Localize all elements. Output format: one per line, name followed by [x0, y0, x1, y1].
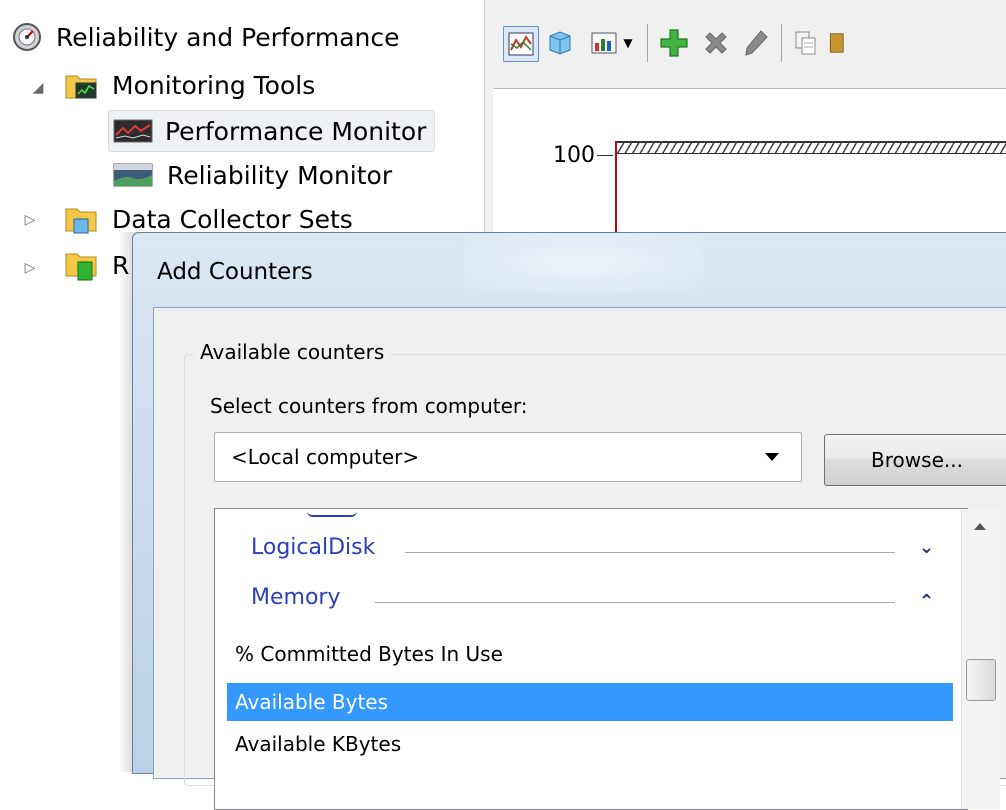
add-counters-dialog: Add Counters Available counters Select c… — [118, 232, 1006, 810]
vertical-scrollbar[interactable] — [961, 509, 1000, 809]
counter-row-selected[interactable]: Available Bytes — [227, 683, 953, 721]
tree-item-performance-monitor[interactable]: Performance Monitor — [108, 110, 436, 152]
tree-item-reliability-monitor[interactable]: Reliability Monitor — [108, 158, 396, 192]
freeze-display-icon — [549, 31, 571, 55]
browse-button[interactable]: Browse... — [824, 434, 1006, 486]
y-axis-max-label: 100 — [553, 143, 595, 168]
view-graph-button[interactable] — [503, 26, 539, 62]
tree-item-label: Data Collector Sets — [112, 204, 353, 234]
tree-item-label: Reliability and Performance — [56, 22, 400, 52]
tree-item-monitoring-tools[interactable]: Monitoring Tools — [64, 68, 319, 102]
dialog-title: Add Counters — [157, 259, 313, 285]
copy-properties-icon — [795, 31, 816, 55]
tree-item-label: Monitoring Tools — [112, 70, 316, 100]
counter-name: Available Bytes — [235, 690, 389, 714]
computer-select[interactable]: <Local computer> — [214, 432, 802, 482]
tree-item-reliability-and-performance[interactable]: Reliability and Performance — [12, 20, 404, 54]
add-counter-icon — [660, 29, 688, 57]
category-row-memory[interactable]: Memory ⌃ — [215, 581, 961, 621]
scroll-up-arrow-icon[interactable] — [974, 523, 986, 530]
graph-toolbar: ▼ — [493, 0, 1006, 89]
copy-properties-button[interactable] — [789, 26, 823, 60]
scrollbar-thumb[interactable] — [966, 659, 996, 701]
chevron-down-icon[interactable] — [765, 453, 779, 461]
collapse-triangle-icon[interactable]: ◢ — [30, 80, 46, 96]
collapse-chevron-icon[interactable]: ⌃ — [919, 591, 934, 612]
expand-triangle-icon[interactable]: ▷ — [22, 212, 38, 228]
tree-item-data-collector-sets[interactable]: Data Collector Sets — [64, 202, 357, 236]
graph-type-dropdown[interactable]: ▼ — [619, 26, 637, 60]
paste-icon — [829, 33, 844, 53]
category-name: Memory — [251, 585, 341, 610]
paste-button[interactable] — [823, 26, 845, 60]
counter-name: Available KBytes — [235, 732, 402, 756]
computer-select-value: <Local computer> — [231, 445, 420, 469]
delete-counter-icon — [705, 32, 727, 54]
change-graph-type-button[interactable] — [587, 26, 621, 60]
category-row-logicaldisk[interactable]: LogicalDisk ⌄ — [215, 531, 961, 571]
graph-top-hatch — [617, 141, 1006, 154]
partially-hidden-item — [307, 509, 357, 517]
dialog-frame[interactable]: Add Counters Available counters Select c… — [132, 232, 1006, 810]
folder-monitor-icon — [65, 75, 97, 99]
counters-list-viewport: LogicalDisk ⌄ Memory ⌃ % Committed Bytes… — [215, 509, 961, 809]
counter-name: % Committed Bytes In Use — [235, 642, 503, 666]
folder-datacollector-icon — [65, 208, 97, 234]
select-computer-label: Select counters from computer: — [210, 394, 528, 418]
dialog-content: Available counters Select counters from … — [153, 307, 1006, 810]
performance-monitor-icon — [113, 119, 153, 143]
add-counter-button[interactable] — [657, 26, 691, 60]
folder-reports-icon — [65, 253, 97, 281]
view-graph-icon — [508, 32, 534, 56]
reliability-monitor-icon — [113, 163, 153, 187]
toolbar-separator — [781, 24, 782, 62]
y-axis-tick — [597, 155, 613, 156]
category-divider — [375, 602, 895, 603]
tree-item-label: Performance Monitor — [165, 116, 427, 146]
title-bar-glow — [463, 233, 703, 293]
change-graph-type-icon — [591, 32, 617, 54]
tree-item-label: Reliability Monitor — [167, 160, 393, 190]
highlight-button[interactable] — [739, 26, 773, 60]
gauge-icon — [13, 23, 41, 51]
delete-counter-button[interactable] — [699, 26, 733, 60]
available-counters-group-label: Available counters — [194, 340, 391, 364]
highlight-icon — [745, 30, 768, 56]
category-divider — [405, 552, 895, 553]
category-name: LogicalDisk — [251, 535, 376, 560]
counter-row[interactable]: % Committed Bytes In Use — [227, 635, 953, 673]
counter-row[interactable]: Available KBytes — [227, 725, 953, 763]
toolbar-separator — [647, 24, 648, 62]
dropdown-icon: ▼ — [623, 36, 633, 50]
expand-triangle-icon[interactable]: ▷ — [22, 260, 38, 276]
freeze-display-button[interactable] — [543, 26, 577, 60]
expand-chevron-icon[interactable]: ⌄ — [919, 537, 934, 558]
